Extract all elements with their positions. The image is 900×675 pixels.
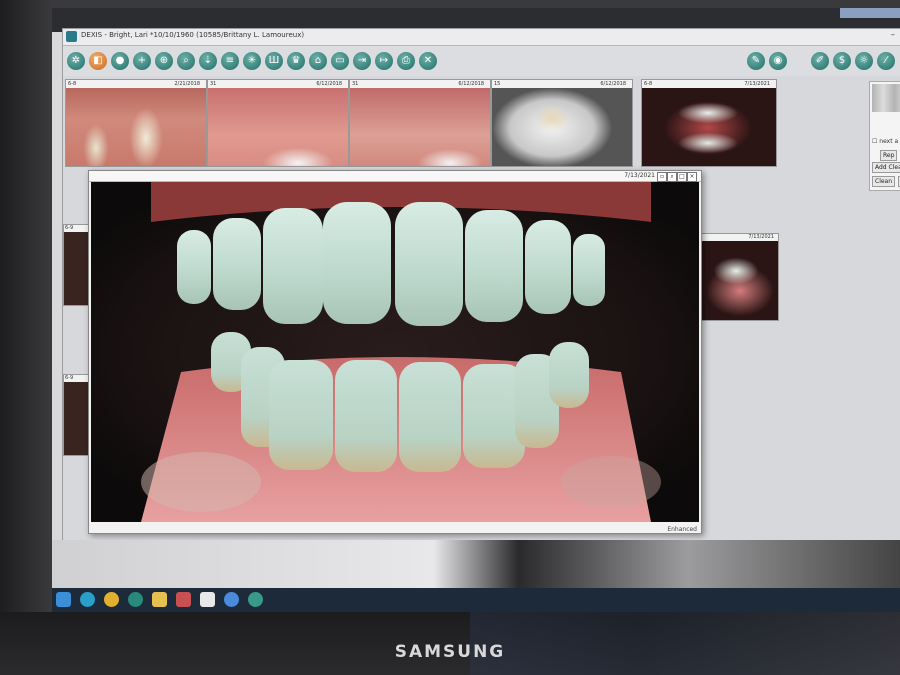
toolbar: ✲ ◧ ● + ⊕ ⌕ ⇣ ≡ ✳ Ш ♛ ⌂ ▭ ⇥ ↦ ⎙ ✕ ✎ ◉ ✐ …: [63, 46, 900, 76]
thumbnail-label: 31: [352, 81, 359, 87]
camera-icon[interactable]: ◉: [769, 52, 787, 70]
dollar-icon[interactable]: $: [833, 52, 851, 70]
thumbnail-strip: 6-8 2/21/2018 31 6/12/2018 31 6/12/2018 15 6…: [65, 79, 900, 167]
folder-icon[interactable]: ▭: [331, 52, 349, 70]
thumbnail[interactable]: 7/13/2021: [699, 233, 779, 321]
dexis-logo-icon[interactable]: ✲: [67, 52, 85, 70]
file-explorer-icon[interactable]: [152, 592, 167, 607]
sun-icon[interactable]: ☼: [855, 52, 873, 70]
pen-icon[interactable]: ✎: [747, 52, 765, 70]
thumbnail-label: 15: [494, 81, 501, 87]
tooth-icon[interactable]: ◧: [89, 52, 107, 70]
minimize-button[interactable]: –: [891, 30, 896, 40]
thumbnail-date: 6/12/2018: [458, 81, 484, 87]
viewer-close-button[interactable]: ×: [687, 172, 697, 182]
next-label: next a: [879, 138, 899, 145]
monitor-bezel-left: [0, 0, 52, 620]
start-icon[interactable]: [56, 592, 71, 607]
thumbnail[interactable]: 6-8 2/21/2018: [65, 79, 207, 167]
thumbnail-label: 6-8: [644, 81, 653, 87]
tool-side-panel: ☐ next a Rep Add Clear Clean P: [869, 81, 900, 191]
viewer-zoom-button[interactable]: ⌕: [667, 172, 677, 182]
preset-grid[interactable]: [872, 84, 900, 112]
thumbnail-date: 7/13/2021: [700, 234, 778, 241]
add-icon[interactable]: +: [133, 52, 151, 70]
thumbnail-date: 2/21/2018: [174, 81, 200, 87]
thumbnail[interactable]: 15 6/12/2018: [491, 79, 633, 167]
close-icon[interactable]: ✕: [419, 52, 437, 70]
viewer-title-bar: 7/13/2021 ▫ ⌕ □ ×: [89, 171, 701, 182]
viewer-menu-button[interactable]: ▫: [657, 172, 667, 182]
thumbnail-label: 31: [210, 81, 217, 87]
thumbnail-date: 6/12/2018: [600, 81, 626, 87]
thumbnail-label: 6-8: [68, 81, 77, 87]
home-icon[interactable]: ⌂: [309, 52, 327, 70]
window-title: DEXIS - Bright, Lari *10/10/1960 (10585/…: [81, 31, 305, 39]
zoom-icon[interactable]: ⊕: [155, 52, 173, 70]
dexis-app-icon: [66, 31, 77, 42]
crown-icon[interactable]: ♛: [287, 52, 305, 70]
image-viewer-window: 7/13/2021 ▫ ⌕ □ × Enhanced: [88, 170, 702, 534]
patient-icon[interactable]: ●: [111, 52, 129, 70]
wand-icon[interactable]: ⁄: [877, 52, 895, 70]
print-icon[interactable]: ⎙: [397, 52, 415, 70]
edge-icon[interactable]: [80, 592, 95, 607]
thumbnail-date: 6/12/2018: [316, 81, 342, 87]
thumbnail[interactable]: 31 6/12/2018: [207, 79, 349, 167]
brightness-icon[interactable]: ✳: [243, 52, 261, 70]
thumbnail-label: 6-9: [64, 225, 90, 232]
viewer-status: Enhanced: [667, 526, 697, 533]
tooth-app-icon[interactable]: [200, 592, 215, 607]
dexis-taskbar-icon[interactable]: [128, 592, 143, 607]
taskbar: [52, 588, 900, 612]
thumbnail[interactable]: 6-8 7/13/2021: [641, 79, 777, 167]
app-icon[interactable]: [224, 592, 239, 607]
title-bar: DEXIS - Bright, Lari *10/10/1960 (10585/…: [63, 29, 900, 46]
teeth-icon[interactable]: Ш: [265, 52, 283, 70]
app-icon[interactable]: [176, 592, 191, 607]
dexis-taskbar-icon[interactable]: [248, 592, 263, 607]
filter-icon[interactable]: ⇣: [199, 52, 217, 70]
next-option[interactable]: ☐ next a: [872, 138, 898, 145]
thumbnail[interactable]: 6-9: [63, 224, 91, 306]
viewer-maximize-button[interactable]: □: [677, 172, 687, 182]
add-clean-button[interactable]: Add Clear: [872, 162, 900, 173]
thumbnail-label: 6-9: [64, 375, 90, 382]
monitor-brand-logo: SAMSUNG: [394, 642, 506, 662]
edit-icon[interactable]: ✐: [811, 52, 829, 70]
screen: DEXIS - Bright, Lari *10/10/1960 (10585/…: [52, 8, 900, 620]
thumbnail[interactable]: 31 6/12/2018: [349, 79, 491, 167]
search-icon[interactable]: ⌕: [177, 52, 195, 70]
rep-button[interactable]: Rep: [880, 150, 898, 161]
intraoral-photo[interactable]: [91, 182, 699, 522]
chrome-icon[interactable]: [104, 592, 119, 607]
export-icon[interactable]: ↦: [375, 52, 393, 70]
thumbnail-date: 7/13/2021: [744, 81, 770, 87]
teeth-photo-graphic: [91, 182, 699, 522]
clean-button[interactable]: Clean: [872, 176, 896, 187]
import-icon[interactable]: ⇥: [353, 52, 371, 70]
thumbnail[interactable]: 6-9: [63, 374, 91, 456]
list-icon[interactable]: ≡: [221, 52, 239, 70]
viewer-date: 7/13/2021: [624, 172, 655, 179]
